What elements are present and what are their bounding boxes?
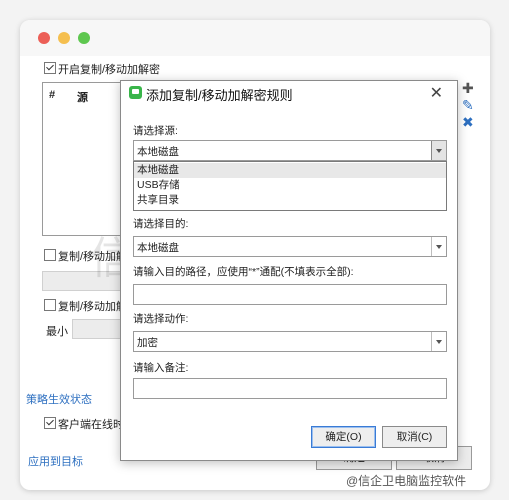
chevron-down-icon[interactable] (431, 141, 446, 160)
client-online-checkbox[interactable] (44, 417, 56, 429)
disabled-input-bar (42, 271, 122, 291)
ok-button[interactable]: 确定(O) (311, 426, 376, 448)
footer-watermark: @信企卫电脑监控软件 (346, 474, 467, 488)
policy-status-title: 策略生效状态 (26, 394, 92, 406)
copy-move-option-checkbox-1[interactable] (44, 249, 56, 261)
min-label: 最小 (46, 326, 68, 338)
cancel-button[interactable]: 取消(C) (382, 426, 447, 448)
enable-copy-move-label: 开启复制/移动加解密 (58, 64, 161, 76)
minimize-window-button[interactable] (58, 32, 70, 44)
source-option-local-disk[interactable]: 本地磁盘 (134, 163, 446, 178)
source-select[interactable]: 本地磁盘 (133, 140, 447, 161)
copy-move-option-label-2: 复制/移动加解 (58, 301, 128, 313)
chevron-down-icon[interactable] (431, 237, 446, 256)
enable-copy-move-checkbox[interactable] (44, 62, 56, 74)
source-option-shared[interactable]: 共享目录 (134, 193, 446, 208)
pencil-icon[interactable]: ✎ (462, 97, 474, 114)
target-label: 请选择目的: (133, 218, 189, 230)
note-label: 请输入备注: (133, 362, 189, 374)
rules-list[interactable]: # 源 (42, 82, 124, 236)
source-label: 请选择源: (133, 125, 178, 137)
target-select[interactable]: 本地磁盘 (133, 236, 447, 257)
target-select-value: 本地磁盘 (137, 242, 179, 254)
plus-icon[interactable]: ✚ (462, 80, 474, 97)
path-input[interactable] (133, 284, 447, 305)
min-size-input[interactable] (72, 319, 122, 339)
source-select-value: 本地磁盘 (137, 146, 179, 158)
action-select[interactable]: 加密 (133, 331, 447, 352)
x-icon[interactable]: ✖ (462, 114, 474, 131)
source-dropdown-list: 本地磁盘 USB存储 共享目录 (133, 161, 447, 211)
apply-to-target-link[interactable]: 应用到目标 (28, 453, 83, 469)
add-rule-dialog: 添加复制/移动加解密规则 ✕ 请选择源: 本地磁盘 本地磁盘 USB存储 共享目… (120, 80, 458, 461)
path-label: 请输入目的路径，应使用“*”通配(不填表示全部): (133, 266, 354, 278)
dialog-title: 添加复制/移动加解密规则 (146, 88, 293, 103)
copy-move-option-label-1: 复制/移动加解 (58, 251, 128, 263)
action-select-value: 加密 (137, 337, 158, 349)
zoom-window-button[interactable] (78, 32, 90, 44)
client-online-label: 客户端在线时 (58, 419, 124, 431)
app-icon (129, 86, 142, 99)
column-header-source: 源 (77, 92, 88, 104)
close-window-button[interactable] (38, 32, 50, 44)
column-header-index: # (49, 89, 56, 101)
chevron-down-icon[interactable] (431, 332, 446, 351)
note-input[interactable] (133, 378, 447, 399)
source-option-usb[interactable]: USB存储 (134, 178, 446, 193)
dialog-titlebar: 添加复制/移动加解密规则 ✕ (121, 81, 457, 105)
close-icon[interactable]: ✕ (430, 83, 443, 103)
window-titlebar (20, 20, 490, 56)
action-label: 请选择动作: (133, 313, 189, 325)
copy-move-option-checkbox-2[interactable] (44, 299, 56, 311)
